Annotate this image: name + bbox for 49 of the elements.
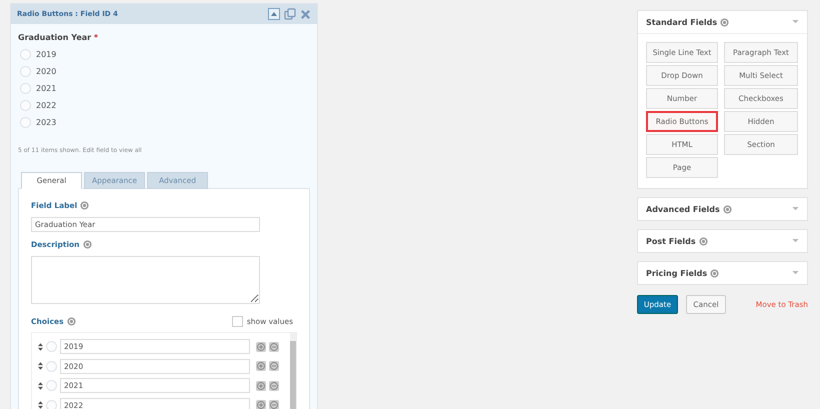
remove-icon[interactable] xyxy=(269,342,279,352)
close-icon[interactable] xyxy=(300,8,311,20)
caret-icon[interactable] xyxy=(792,20,799,24)
add-icon[interactable] xyxy=(256,400,266,409)
add-icon[interactable] xyxy=(256,342,266,352)
help-icon[interactable] xyxy=(722,204,732,214)
radio-button[interactable] xyxy=(20,83,31,94)
scrollbar[interactable] xyxy=(290,333,296,409)
drag-handle-icon[interactable] xyxy=(38,342,43,351)
radio-button[interactable] xyxy=(46,360,57,372)
radio-button[interactable] xyxy=(20,49,31,60)
caret-icon[interactable] xyxy=(792,239,799,243)
caret-icon[interactable] xyxy=(792,207,799,211)
radio-button[interactable] xyxy=(20,117,31,128)
drag-handle-icon[interactable] xyxy=(38,401,43,409)
option-label: 2023 xyxy=(36,118,56,127)
remove-icon[interactable] xyxy=(269,380,279,391)
group-title[interactable]: Post Fields xyxy=(646,236,696,246)
option-label: 2021 xyxy=(36,84,56,93)
help-icon[interactable] xyxy=(66,317,76,326)
option-label: 2022 xyxy=(36,101,56,110)
field-label: Graduation Year xyxy=(18,33,92,42)
required-mark: * xyxy=(94,33,98,42)
duplicate-icon[interactable] xyxy=(284,8,296,20)
add-icon[interactable] xyxy=(256,361,266,372)
remove-icon[interactable] xyxy=(269,361,279,372)
option-label: 2020 xyxy=(36,67,56,76)
drag-handle-icon[interactable] xyxy=(38,362,43,370)
help-icon[interactable] xyxy=(82,240,92,249)
checkbox[interactable] xyxy=(232,316,243,327)
group-title[interactable]: Pricing Fields xyxy=(646,268,708,278)
help-icon[interactable] xyxy=(710,268,720,278)
caret-icon[interactable] xyxy=(792,271,799,275)
radio-button[interactable] xyxy=(46,341,57,352)
radio-button[interactable] xyxy=(20,66,31,77)
collapse-icon[interactable] xyxy=(268,8,280,20)
help-icon[interactable] xyxy=(698,236,708,246)
help-icon[interactable] xyxy=(80,201,90,210)
group-title[interactable]: Standard Fields xyxy=(646,18,718,26)
radio-button[interactable] xyxy=(46,380,57,392)
description-field[interactable] xyxy=(31,256,260,304)
option-label: 2019 xyxy=(36,50,56,59)
help-icon[interactable] xyxy=(720,18,730,26)
radio-button[interactable] xyxy=(20,100,31,111)
drag-handle-icon[interactable] xyxy=(38,382,43,390)
group-title[interactable]: Advanced Fields xyxy=(646,204,720,214)
remove-icon[interactable] xyxy=(269,400,279,409)
add-icon[interactable] xyxy=(256,380,266,391)
radio-button[interactable] xyxy=(46,400,57,409)
